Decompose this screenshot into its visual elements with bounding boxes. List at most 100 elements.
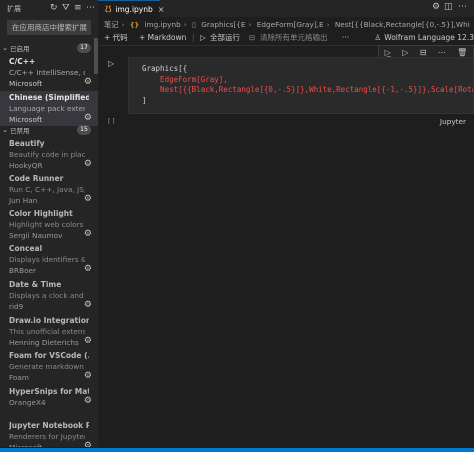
run-all-icon: ▷ (200, 33, 206, 42)
breadcrumb-item[interactable]: Nest[{{Black,Rectangle[{0,-.5}],White,Re… (335, 20, 470, 29)
refresh-icon[interactable]: ↻ (50, 4, 58, 13)
toolbar-more-button[interactable]: ··· (342, 31, 349, 45)
extension-desc: Generate markdown re... (9, 362, 85, 371)
extension-desc: Run C, C++, Java, JS, P... (9, 185, 85, 194)
gear-icon[interactable]: ⚙ (84, 78, 92, 87)
chevron-down-icon: ⌄ (2, 126, 8, 134)
gear-icon[interactable]: ⚙ (84, 372, 92, 381)
clear-icon[interactable]: ≡ (74, 4, 82, 13)
code-line: ] (142, 95, 147, 105)
extension-item-cpp[interactable]: C/C++ C/C++ IntelliSense, deb... Microso… (0, 55, 98, 90)
extension-publisher: Microsoft (9, 79, 43, 88)
execution-count: [ ] (108, 118, 115, 125)
gear-icon[interactable]: ⚙ (84, 230, 92, 239)
gear-icon[interactable]: ⚙ (84, 397, 92, 406)
extension-item-drawio[interactable]: Draw.io Integration This unofficial exte… (0, 314, 98, 349)
extension-desc: Language pack extensi... (9, 104, 85, 113)
disabled-section-header[interactable]: ⌄ 已禁用 15 (0, 124, 98, 136)
extensions-sidebar: 扩展 ↻ ⛛ ≡ ⋯ 在应用商店中搜索扩展 ⌄ 已启用 17 C/C++ C/C… (0, 0, 98, 452)
execute-above-icon[interactable]: ▷ (402, 48, 408, 57)
extension-publisher: OrangeX4 (9, 398, 46, 407)
extension-item-date-time[interactable]: Date & Time Displays a clock and da... r… (0, 278, 98, 313)
add-markdown-cell-button[interactable]: + Markdown (139, 31, 186, 45)
extension-search-input[interactable]: 在应用商店中搜索扩展 (7, 20, 91, 35)
notebook-file-icon: ⟅⟆ (105, 5, 112, 13)
extension-name: Draw.io Integration (9, 316, 89, 325)
gear-icon[interactable]: ⚙ (84, 160, 92, 169)
gear-icon[interactable]: ⚙ (84, 114, 92, 123)
cell-language-picker[interactable]: Jupyter (440, 117, 466, 126)
close-icon[interactable]: × (158, 5, 165, 14)
gear-icon[interactable]: ⚙ (432, 3, 440, 12)
extension-publisher: Foam (9, 373, 29, 382)
code-line: Graphics[{ (142, 64, 188, 73)
extension-publisher: Henning Dieterichs (9, 338, 79, 347)
sidebar-title: 扩展 (7, 4, 21, 13)
tab-bar: ⟅⟆ img.ipynb × ⚙ ◫ ⋯ (98, 0, 474, 17)
extension-item-foam[interactable]: Foam for VSCode (... Generate markdown r… (0, 349, 98, 384)
disabled-count-badge: 15 (77, 125, 91, 135)
extension-publisher: BRBoer (9, 266, 37, 275)
sidebar-header: 扩展 ↻ ⛛ ≡ ⋯ (0, 0, 98, 17)
enabled-count-badge: 17 (77, 43, 91, 53)
extension-desc: C/C++ IntelliSense, deb... (9, 68, 85, 77)
extension-desc: Beautify code in place f... (9, 150, 85, 159)
kernel-label: Wolfram Language 12.3 (384, 33, 474, 42)
extension-publisher: Sergii Naumov (9, 231, 63, 240)
tab-img-ipynb[interactable]: ⟅⟆ img.ipynb × (98, 0, 164, 17)
extension-name: HyperSnips for Math (9, 387, 89, 396)
extension-publisher: Jun Han (9, 196, 38, 205)
cell-code: Graphics[{ EdgeForm[Gray], Nest[{{Black,… (142, 64, 474, 106)
more-actions-icon[interactable]: ⋯ (438, 48, 446, 57)
extension-desc: Highlight web colors in... (9, 220, 85, 229)
delete-icon[interactable]: 🗑 (457, 48, 467, 57)
more-actions-icon[interactable]: ⋯ (86, 4, 95, 13)
enabled-section-label: 已启用 (10, 45, 30, 53)
more-actions-icon[interactable]: ⋯ (458, 3, 467, 12)
breadcrumb-item[interactable]: 笔记 (104, 20, 119, 29)
breadcrumb: 笔记 › {} img.ipynb › ▯ Graphics[{E › EdgeFor… (104, 18, 470, 31)
extension-item-conceal[interactable]: Conceal Displays identifiers & s... BRBo… (0, 242, 98, 277)
gear-icon[interactable]: ⚙ (84, 265, 92, 274)
tab-label: img.ipynb (115, 4, 153, 14)
extension-item-chinese[interactable]: Chinese (Simplified)... Language pack ex… (0, 91, 98, 126)
add-code-cell-button[interactable]: + 代码 (104, 31, 128, 45)
extension-item-beautify[interactable]: Beautify Beautify code in place f... Hoo… (0, 137, 98, 172)
extension-item-color-highlight[interactable]: Color Highlight Highlight web colors in.… (0, 207, 98, 242)
extension-item-hypersnips[interactable]: HyperSnips for Math OrangeX4 ⚙ (0, 385, 98, 420)
extension-name: Chinese (Simplified)... (9, 93, 89, 102)
extension-desc: Displays a clock and da... (9, 291, 85, 300)
gear-icon[interactable]: ⚙ (84, 301, 92, 310)
filter-icon[interactable]: ⛛ (62, 4, 70, 13)
extension-item-code-runner[interactable]: Code Runner Run C, C++, Java, JS, P... J… (0, 172, 98, 207)
clear-outputs-button[interactable]: 清除所有单元格输出 (260, 31, 328, 45)
breadcrumb-item[interactable]: EdgeForm[Gray],E (257, 20, 324, 29)
split-cell-icon[interactable]: ⊟ (420, 48, 427, 57)
clear-outputs-icon: ⊟ (249, 33, 256, 42)
extension-desc: Renderers for Jupyter ... (9, 432, 85, 441)
gear-icon[interactable]: ⚙ (84, 337, 92, 346)
gear-icon[interactable]: ⚙ (84, 195, 92, 204)
extension-publisher: HookyQR (9, 161, 43, 170)
extension-name: Conceal (9, 244, 43, 253)
extension-desc: Displays identifiers & s... (9, 255, 85, 264)
extension-name: Code Runner (9, 174, 64, 183)
code-cell-editor[interactable]: Graphics[{ EdgeForm[Gray], Nest[{{Black,… (128, 57, 474, 114)
breadcrumb-item[interactable]: Graphics[{E (201, 20, 245, 29)
notebook-file-icon: {} (129, 21, 140, 29)
enabled-section-header[interactable]: ⌄ 已启用 17 (0, 42, 98, 54)
extension-name: Date & Time (9, 280, 62, 289)
kernel-picker[interactable]: ♙ Wolfram Language 12.3 (375, 31, 474, 45)
code-line: Nest[{{Black,Rectangle[{0,-.5}]},White,R… (142, 85, 474, 94)
run-cell-button[interactable]: ▷ (108, 59, 114, 68)
breadcrumb-item[interactable]: img.ipynb (144, 20, 180, 29)
status-bar (0, 448, 474, 452)
disabled-section-label: 已禁用 (10, 127, 30, 135)
cell-icon: ▯ (192, 21, 196, 29)
extension-name: Foam for VSCode (... (9, 351, 89, 360)
split-editor-icon[interactable]: ◫ (444, 3, 453, 12)
extension-desc: This unofficial extensio... (9, 327, 85, 336)
run-all-button[interactable]: 全部运行 (210, 31, 240, 45)
extension-name: Color Highlight (9, 209, 73, 218)
run-by-line-icon[interactable]: ▷̲ (385, 48, 391, 57)
